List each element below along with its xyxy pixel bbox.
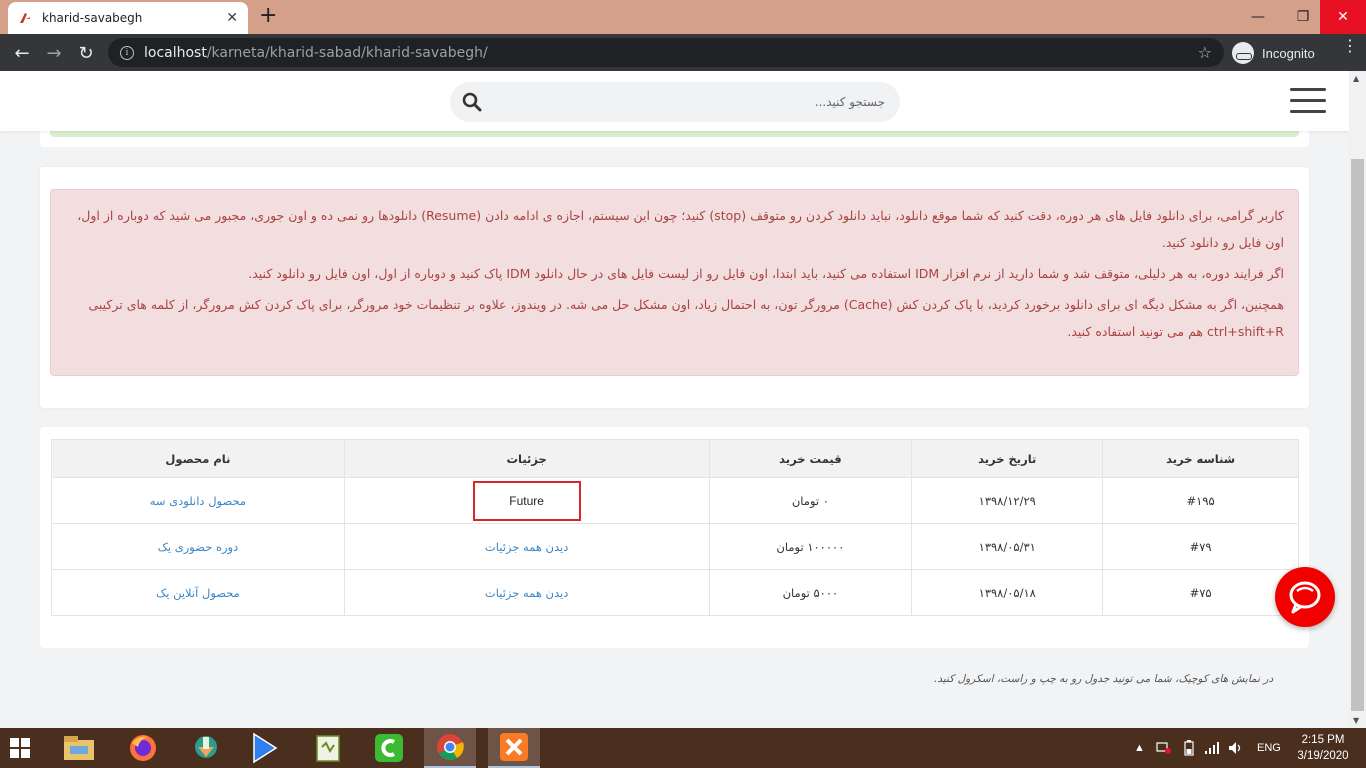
table-scroll-hint: در نمایش های کوچیک، شما می تونید جدول رو… [934,673,1274,685]
language-indicator[interactable]: ENG [1257,728,1281,768]
product-link[interactable]: دوره حضوری یک [51,523,345,570]
reload-icon[interactable]: ↻ [74,41,98,65]
system-clock[interactable]: 2:15 PM 3/19/2020 [1288,732,1358,764]
table-row: #۷۹ ۱۳۹۸/۰۵/۳۱ ۱۰۰۰۰۰ تومان دیدن همه جزئ… [51,523,1299,570]
camtasia-icon[interactable] [363,728,415,768]
wifi-signal-icon[interactable] [1204,728,1220,768]
browser-tab[interactable]: kharid-savabegh ✕ [8,2,248,34]
incognito-label: Incognito [1262,45,1315,61]
close-tab-icon[interactable]: ✕ [226,10,238,26]
purchase-date: ۱۳۹۸/۰۵/۱۸ [911,569,1104,616]
url-text: localhost/karneta/kharid-sabad/kharid-sa… [144,44,488,61]
media-player-icon[interactable] [238,728,290,768]
search-input[interactable] [490,82,885,122]
site-favicon-icon [20,13,30,23]
header-purchase-date: تاریخ خرید [911,439,1104,478]
chrome-icon[interactable] [424,728,476,768]
scroll-up-icon[interactable]: ▲ [1353,74,1359,83]
back-icon[interactable]: ← [10,41,34,65]
notepad-plus-plus-icon[interactable] [303,728,355,768]
alert-paragraph: اگر فرایند دوره، به هر دلیلی، متوقف شد و… [248,266,1284,281]
volume-icon[interactable] [1228,728,1244,768]
view-details-link[interactable]: دیدن همه جزئیات [343,569,710,616]
tab-title: kharid-savabegh [42,11,143,25]
site-header [0,71,1349,131]
future-details-box: Future [472,480,581,521]
idm-icon[interactable] [180,728,232,768]
purchase-id: #۱۹۵ [1102,477,1299,524]
purchase-price: ۰ تومان [708,477,913,524]
firefox-icon[interactable] [117,728,169,768]
search-icon[interactable] [462,92,482,112]
header-purchase-id: شناسه خرید [1102,439,1299,478]
clock-date: 3/19/2020 [1297,750,1349,762]
windows-taskbar: ▲ ENG 2:15 PM 3/19/2020 [0,728,1366,768]
info-icon[interactable]: i [120,45,134,60]
forward-icon[interactable]: → [42,41,66,65]
scroll-down-icon[interactable]: ▼ [1353,716,1359,725]
table-row: #۷۵ ۱۳۹۸/۰۵/۱۸ ۵۰۰۰ تومان دیدن همه جزئیا… [51,569,1299,616]
alert-paragraph: همچنین، اگر به مشکل دیگه ای برای دانلود … [88,297,1284,339]
new-tab-icon[interactable]: + [259,5,277,27]
browser-menu-icon[interactable]: ⋮ [1342,38,1358,54]
browser-tab-strip: kharid-savabegh ✕ + — ❐ ✕ [0,0,1366,34]
purchase-history-table: شناسه خرید تاریخ خرید قیمت خرید جزئیات ن… [51,439,1299,616]
clock-time: 2:15 PM [1301,734,1345,746]
file-explorer-icon[interactable] [53,728,105,768]
purchase-id: #۷۵ [1102,569,1299,616]
close-window-icon[interactable]: ✕ [1320,0,1366,34]
header-purchase-price: قیمت خرید [708,439,913,478]
battery-icon[interactable] [1182,728,1196,768]
hamburger-menu-icon[interactable] [1290,88,1326,114]
download-notice-card: کاربر گرامی، برای دانلود فایل های هر دور… [40,167,1309,408]
incognito-indicator[interactable]: Incognito [1232,41,1315,65]
purchase-date: ۱۳۹۸/۱۲/۲۹ [911,477,1104,524]
restore-icon[interactable]: ❐ [1286,0,1320,34]
purchase-price: ۱۰۰۰۰۰ تومان [708,523,913,570]
purchase-history-card: شناسه خرید تاریخ خرید قیمت خرید جزئیات ن… [40,427,1309,648]
search-box [450,82,900,122]
scroll-thumb[interactable] [1351,159,1364,711]
header-details: جزئیات [343,439,710,478]
purchase-id: #۷۹ [1102,523,1299,570]
address-bar[interactable]: i localhost/karneta/kharid-sabad/kharid-… [108,38,1224,67]
bookmark-star-icon[interactable]: ☆ [1198,43,1212,62]
windows-start-icon[interactable] [10,738,30,758]
purchase-price: ۵۰۰۰ تومان [708,569,913,616]
header-product-name: نام محصول [51,439,345,478]
network-warning-icon[interactable] [1156,728,1172,768]
download-warning-alert: کاربر گرامی، برای دانلود فایل های هر دور… [50,189,1299,376]
alert-paragraph: کاربر گرامی، برای دانلود فایل های هر دور… [77,208,1284,250]
view-details-link[interactable]: دیدن همه جزئیات [343,523,710,570]
page-scrollbar[interactable]: ▲ ▼ [1349,71,1366,728]
show-hidden-icons-icon[interactable]: ▲ [1134,728,1145,768]
table-header-row: شناسه خرید تاریخ خرید قیمت خرید جزئیات ن… [51,439,1299,478]
chat-support-button[interactable] [1275,567,1335,627]
product-link[interactable]: محصول آنلاین یک [51,569,345,616]
incognito-icon [1232,42,1254,64]
purchase-date: ۱۳۹۸/۰۵/۳۱ [911,523,1104,570]
minimize-icon[interactable]: — [1241,0,1275,34]
table-row: #۱۹۵ ۱۳۹۸/۱۲/۲۹ ۰ تومان Future محصول دان… [51,477,1299,524]
product-link[interactable]: محصول دانلودی سه [51,477,345,524]
page-viewport: کاربر گرامی، برای دانلود فایل های هر دور… [0,71,1349,728]
xampp-icon[interactable] [488,728,540,768]
chat-bubble-icon [1289,581,1321,614]
details-cell: Future [343,477,710,524]
browser-toolbar: ← → ↻ i localhost/karneta/kharid-sabad/k… [0,34,1366,71]
